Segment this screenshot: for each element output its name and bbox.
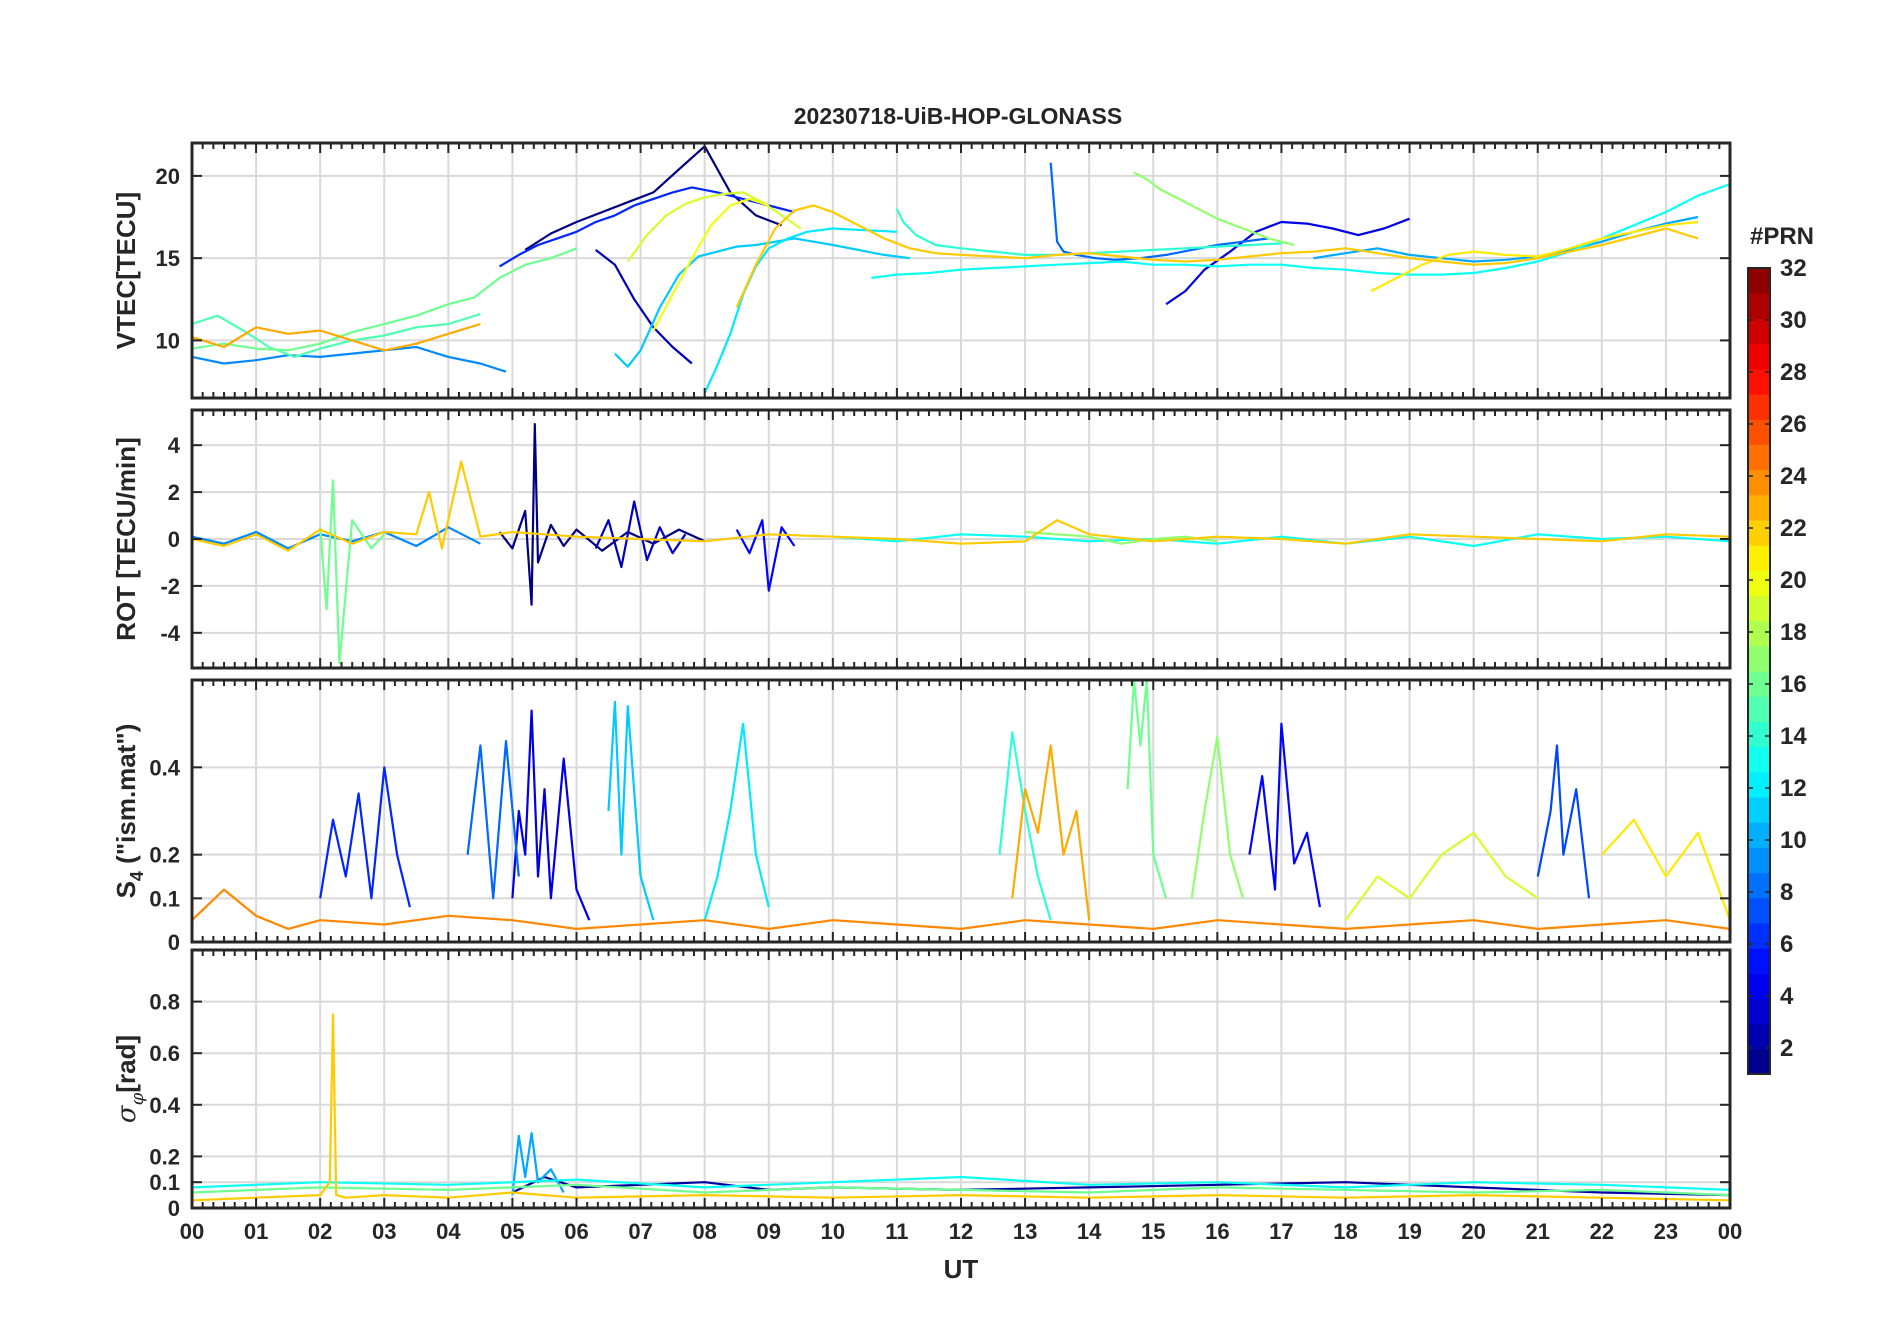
colorbar-tick-label: 6 — [1780, 931, 1793, 958]
x-tick-label: 01 — [244, 1219, 268, 1244]
x-tick-label: 00 — [1718, 1219, 1742, 1244]
colorbar-segment — [1748, 570, 1770, 597]
y-tick-label: 4 — [168, 433, 181, 458]
x-tick-label: 02 — [308, 1219, 332, 1244]
x-tick-label: 15 — [1141, 1219, 1165, 1244]
x-tick-label: 04 — [436, 1219, 461, 1244]
x-tick-label: 10 — [821, 1219, 845, 1244]
colorbar-segment — [1748, 1048, 1770, 1075]
colorbar-tick-label: 24 — [1780, 463, 1807, 490]
figure: 20230718-UiB-HOP-GLONASS 101520VTEC[TECU… — [0, 0, 1902, 1330]
y-tick-label: 0.4 — [149, 1093, 180, 1118]
colorbar-segment — [1748, 494, 1770, 521]
x-tick-label: 00 — [180, 1219, 204, 1244]
figure-title: 20230718-UiB-HOP-GLONASS — [794, 103, 1123, 129]
colorbar-segment — [1748, 973, 1770, 1000]
colorbar-segment — [1748, 519, 1770, 546]
colorbar-tick-label: 4 — [1780, 983, 1794, 1010]
colorbar-tick-label: 10 — [1780, 827, 1807, 854]
x-tick-label: 21 — [1526, 1219, 1550, 1244]
colorbar-segment — [1748, 771, 1770, 798]
colorbar-segment — [1748, 721, 1770, 748]
y-tick-label: 0.1 — [149, 1170, 180, 1195]
colorbar-tick-label: 18 — [1780, 619, 1807, 646]
colorbar-segment — [1748, 922, 1770, 949]
colorbar-segment — [1748, 268, 1770, 294]
colorbar-tick-label: 26 — [1780, 411, 1807, 438]
x-tick-label: 11 — [885, 1219, 908, 1244]
colorbar-segment — [1748, 897, 1770, 924]
colorbar-tick-label: 22 — [1780, 515, 1807, 542]
y-tick-label: 0.2 — [149, 1144, 180, 1169]
colorbar-segment — [1748, 620, 1770, 647]
x-tick-label: 05 — [500, 1219, 524, 1244]
colorbar-segment — [1748, 545, 1770, 571]
x-tick-label: 20 — [1461, 1219, 1485, 1244]
y-tick-label: 0.8 — [149, 990, 180, 1015]
y-tick-label: 0.2 — [149, 843, 180, 868]
colorbar-segment — [1748, 948, 1770, 974]
x-tick-label: 09 — [757, 1219, 781, 1244]
colorbar-tick-label: 30 — [1780, 307, 1807, 334]
colorbar-segment — [1748, 872, 1770, 899]
x-tick-label: 23 — [1654, 1219, 1678, 1244]
x-tick-label: 12 — [949, 1219, 973, 1244]
x-tick-label: 17 — [1269, 1219, 1293, 1244]
y-tick-label: 2 — [168, 480, 180, 505]
colorbar-segment — [1748, 645, 1770, 672]
y-tick-label: 15 — [156, 246, 180, 271]
x-tick-label: 03 — [372, 1219, 396, 1244]
y-tick-label: 20 — [156, 164, 180, 189]
x-tick-label: 14 — [1077, 1219, 1102, 1244]
colorbar-segment — [1748, 696, 1770, 722]
colorbar-segment — [1748, 822, 1770, 848]
colorbar-tick-label: 28 — [1780, 359, 1807, 386]
y-tick-label: 0.1 — [149, 886, 180, 911]
x-axis-label: UT — [944, 1254, 979, 1284]
colorbar-segment — [1748, 293, 1770, 319]
y-tick-label: 0 — [168, 1196, 180, 1221]
colorbar-segment — [1748, 998, 1770, 1025]
colorbar-tick-label: 12 — [1780, 775, 1807, 802]
y-tick-label: 0.6 — [149, 1041, 180, 1066]
colorbar-segment — [1748, 419, 1770, 445]
x-tick-label: 19 — [1397, 1219, 1421, 1244]
y-tick-label: 0 — [168, 527, 180, 552]
x-tick-label: 22 — [1590, 1219, 1614, 1244]
colorbar-tick-label: 32 — [1780, 255, 1807, 282]
y-tick-label: 0.4 — [149, 755, 180, 780]
colorbar-label: #PRN — [1750, 223, 1814, 250]
y-tick-label: -2 — [160, 574, 180, 599]
colorbar-segment — [1748, 1023, 1770, 1050]
colorbar-segment — [1748, 595, 1770, 622]
x-tick-label: 06 — [564, 1219, 588, 1244]
colorbar-segment — [1748, 469, 1770, 496]
x-tick-label: 08 — [692, 1219, 716, 1244]
y-axis-label: ROT [TECU/min] — [111, 437, 141, 641]
colorbar-tick-label: 20 — [1780, 567, 1807, 594]
colorbar-segment — [1748, 796, 1770, 823]
colorbar-segment — [1748, 444, 1770, 471]
colorbar-tick-label: 8 — [1780, 879, 1793, 906]
x-tick-label: 13 — [1013, 1219, 1037, 1244]
x-tick-label: 07 — [628, 1219, 652, 1244]
y-tick-label: 0 — [168, 930, 180, 955]
y-tick-label: 10 — [156, 328, 180, 353]
y-tick-label: -4 — [160, 621, 180, 646]
x-tick-label: 18 — [1333, 1219, 1357, 1244]
colorbar-tick-label: 14 — [1780, 723, 1807, 750]
x-tick-label: 16 — [1205, 1219, 1229, 1244]
colorbar-tick-label: 16 — [1780, 671, 1807, 698]
colorbar-segment — [1748, 847, 1770, 874]
colorbar-segment — [1748, 393, 1770, 420]
colorbar-segment — [1748, 746, 1770, 773]
colorbar-tick-label: 2 — [1780, 1035, 1793, 1062]
y-axis-label: VTEC[TECU] — [111, 192, 141, 349]
colorbar-segment — [1748, 343, 1770, 370]
colorbar-segment — [1748, 318, 1770, 345]
